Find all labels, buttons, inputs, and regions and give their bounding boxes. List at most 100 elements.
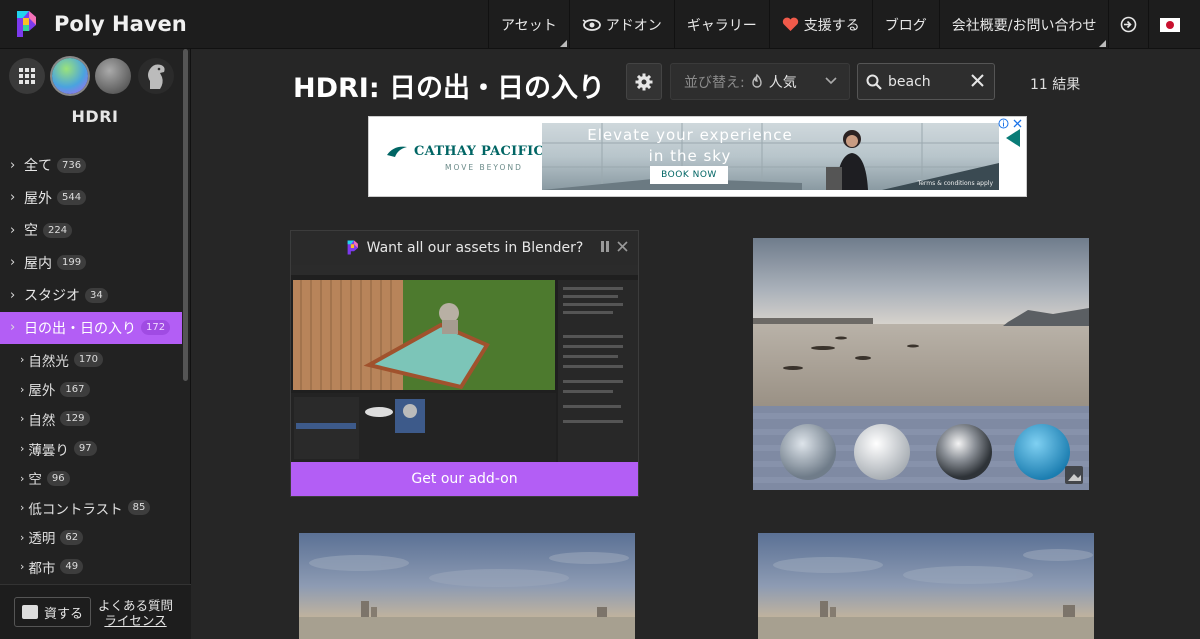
chevron-right-icon: › <box>10 190 16 206</box>
sidebar-category-item[interactable]: › 屋外 544 <box>0 182 182 215</box>
sidebar-subcategory-item[interactable]: › 都市 49 <box>0 552 182 582</box>
sidebar-category-item[interactable]: › 屋内 199 <box>0 247 182 280</box>
ad-image: Elevate your experience in the sky BOOK … <box>542 123 999 190</box>
subcategory-label: 自然光 <box>28 353 69 370</box>
brand-name: Poly Haven <box>54 12 187 36</box>
nav-addon[interactable]: アドオン <box>568 0 674 49</box>
hdri-card[interactable] <box>753 238 1089 490</box>
poly-haven-logo-icon <box>347 240 358 255</box>
main-content: HDRI: 日の出・日の入り 並び替え: 人気 11 結果 CATHAY PAC… <box>192 49 1200 639</box>
blender-screenshot <box>291 265 638 462</box>
subcategory-label: 空 <box>28 472 42 489</box>
ad-headline: Elevate your experience in the sky <box>580 125 800 167</box>
login-icon <box>1121 16 1137 33</box>
ad-info-icon[interactable] <box>998 118 1009 129</box>
grid-icon[interactable] <box>9 58 45 94</box>
nav-assets[interactable]: アセット <box>488 0 569 49</box>
sidebar-subcategory-item[interactable]: › 空 96 <box>0 463 182 493</box>
sidebar-subcategory-item[interactable]: › 自然光 170 <box>0 345 182 375</box>
sort-label: 並び替え: <box>684 74 745 91</box>
resources-button[interactable]: 資する <box>14 597 91 627</box>
pause-icon[interactable] <box>600 241 610 252</box>
sort-dropdown[interactable]: 並び替え: 人気 <box>670 63 850 100</box>
subcategory-count: 97 <box>73 441 97 457</box>
nav-blog[interactable]: ブログ <box>871 0 939 49</box>
nav-addon-label: アドオン <box>605 17 662 34</box>
promo-title: Want all our assets in Blender? <box>366 239 584 256</box>
category-label: 空 <box>24 223 38 240</box>
ad-tagline: MOVE BEYOND <box>445 163 523 172</box>
ad-controls <box>998 118 1023 129</box>
sidebar-scrollbar[interactable] <box>183 49 188 381</box>
chevron-right-icon: › <box>10 222 16 238</box>
subcategory-count: 167 <box>60 381 90 397</box>
ad-close-icon[interactable] <box>1012 118 1023 129</box>
results-count: 11 結果 <box>1030 77 1081 93</box>
license-link[interactable]: ライセンス <box>98 613 173 628</box>
hdri-card[interactable] <box>758 533 1094 639</box>
dropdown-corner-icon <box>1099 40 1107 47</box>
ad-terms: Terms & conditions apply <box>917 180 993 187</box>
sidebar-subcategory-item[interactable]: › 自然 129 <box>0 404 182 434</box>
top-bar: Poly Haven アセット アドオン ギャラリー 支援する ブログ 会社概要… <box>0 0 1200 49</box>
chevron-right-icon: › <box>20 501 25 515</box>
subcategory-count: 96 <box>46 470 70 486</box>
chevron-right-icon: › <box>10 157 16 173</box>
subcategory-list: › 自然光 170 › 屋外 167 › 自然 129 › 薄曇り 97 › 空 96 › 低コントラスト 85 ›… <box>0 345 182 582</box>
chevron-down-icon <box>825 77 837 85</box>
language-button[interactable] <box>1148 0 1190 49</box>
subcategory-count: 85 <box>127 500 151 516</box>
sidebar-footer: 資する よくある質問 ライセンス <box>0 584 191 639</box>
page-title: HDRI: 日の出・日の入り <box>293 73 606 104</box>
ad-brand: CATHAY PACIFIC <box>414 143 545 159</box>
nav-about[interactable]: 会社概要/お問い合わせ <box>938 0 1109 49</box>
ad-book-now-button[interactable]: BOOK NOW <box>650 166 728 184</box>
chevron-right-icon: › <box>10 255 16 271</box>
category-count: 736 <box>57 157 87 173</box>
chevron-right-icon: › <box>20 560 25 574</box>
sidebar-category-item[interactable]: › スタジオ 34 <box>0 279 182 312</box>
sidebar-subcategory-item[interactable]: › 屋外 167 <box>0 375 182 405</box>
category-count: 199 <box>57 255 87 271</box>
sidebar-subcategory-item[interactable]: › 透明 62 <box>0 523 182 553</box>
hdri-card[interactable] <box>299 533 635 639</box>
subcategory-label: 屋外 <box>28 383 56 400</box>
cathay-logo: CATHAY PACIFIC <box>386 143 544 159</box>
login-button[interactable] <box>1108 0 1148 49</box>
eye-icon <box>582 18 601 32</box>
subcategory-count: 62 <box>60 529 84 545</box>
category-list: › 全て 736 › 屋外 544 › 空 224 › 屋内 199 › スタジオ 34 › 日の出・日の入り 1… <box>0 149 182 344</box>
chevron-right-icon: › <box>20 530 25 544</box>
nav-gallery[interactable]: ギャラリー <box>673 0 769 49</box>
ad-banner[interactable]: CATHAY PACIFIC MOVE BEYOND Elevate your … <box>368 116 1027 197</box>
sidebar-category-item[interactable]: › 空 224 <box>0 214 182 247</box>
gear-icon <box>635 73 653 90</box>
settings-button[interactable] <box>626 63 662 100</box>
nav-assets-label: アセット <box>501 17 557 34</box>
texture-icon[interactable] <box>95 58 131 94</box>
promo-controls <box>600 241 628 252</box>
sidebar-category-item[interactable]: › 日の出・日の入り 172 <box>0 311 182 344</box>
faq-link[interactable]: よくある質問 <box>98 598 173 613</box>
model-icon[interactable] <box>138 58 174 94</box>
sidebar-category-item[interactable]: › 全て 736 <box>0 149 182 182</box>
cathay-brushwing-icon <box>387 146 407 157</box>
category-label: 日の出・日の入り <box>24 320 136 337</box>
category-count: 224 <box>43 222 73 238</box>
japan-flag-icon <box>1159 17 1180 32</box>
sidebar-subcategory-item[interactable]: › 薄曇り 97 <box>0 434 182 464</box>
brand-link[interactable]: Poly Haven <box>14 9 187 39</box>
flame-icon <box>752 74 762 88</box>
sidebar-subcategory-item[interactable]: › 低コントラスト 85 <box>0 493 182 523</box>
category-label: 屋内 <box>24 255 52 272</box>
close-icon[interactable] <box>617 241 628 252</box>
subcategory-label: 薄曇り <box>28 442 69 459</box>
hdri-icon[interactable] <box>52 58 88 94</box>
get-addon-button[interactable]: Get our add-on <box>291 462 638 496</box>
search-input[interactable] <box>888 73 968 90</box>
category-label: 全て <box>24 158 52 175</box>
image-icon <box>21 605 38 619</box>
heart-icon <box>782 17 799 32</box>
nav-support[interactable]: 支援する <box>768 0 872 49</box>
close-icon[interactable] <box>970 73 985 88</box>
